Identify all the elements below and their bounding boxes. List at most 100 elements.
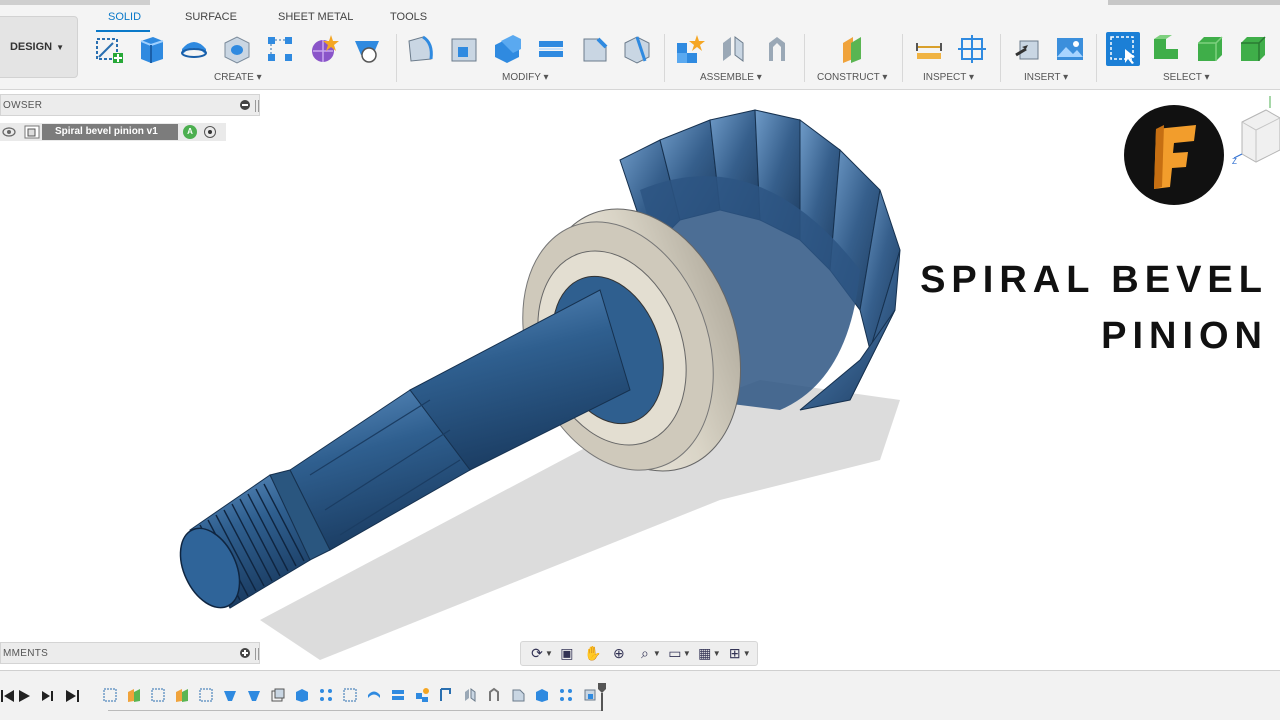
group-label-create[interactable]: CREATE ▾ [214,72,262,83]
insert-derive-icon[interactable] [1011,32,1045,66]
skip-start-icon[interactable] [0,688,16,704]
chevron-down-icon[interactable]: ▼ [743,649,751,658]
split-body-icon[interactable] [620,32,654,66]
fusion-app-window: DESIGN ▼ SOLID SURFACE SHEET METAL TOOLS [0,0,1280,720]
visibility-eye-icon[interactable] [2,127,16,137]
timeline-revolve-icon[interactable] [366,687,382,703]
group-label-assemble[interactable]: ASSEMBLE ▾ [700,72,762,83]
pinion-3d-model[interactable] [160,100,920,660]
hole-icon[interactable] [220,32,254,66]
z-axis-label: Z [1232,157,1237,166]
group-divider [804,34,805,82]
timeline-loft-icon[interactable] [222,687,238,703]
play-icon[interactable] [16,688,32,704]
offset-plane-icon[interactable] [836,32,870,66]
component-name-label[interactable]: Spiral bevel pinion v1 [42,124,178,140]
measure-icon[interactable] [912,32,946,66]
timeline-fillet-icon[interactable] [582,687,598,703]
group-label-select[interactable]: SELECT ▾ [1163,72,1210,83]
fillet-icon[interactable] [447,32,481,66]
combine-icon[interactable] [534,32,568,66]
group-divider [664,34,665,82]
create-form-icon[interactable] [306,32,340,66]
chevron-down-icon[interactable]: ▼ [683,649,691,658]
view-cube[interactable]: Z [1232,96,1280,176]
select-face-icon[interactable] [1236,32,1270,66]
group-divider [1000,34,1001,82]
chevron-down-icon[interactable]: ▼ [713,649,721,658]
group-label-insert[interactable]: INSERT ▾ [1024,72,1068,83]
timeline-combine-icon[interactable] [390,687,406,703]
timeline-pattern-icon[interactable] [318,687,334,703]
section-analysis-icon[interactable] [955,32,989,66]
title-strip-left [0,0,150,5]
timeline-marker-handle[interactable] [598,683,606,711]
select-body-icon[interactable] [1193,32,1227,66]
skip-end-icon[interactable] [64,688,80,704]
select-icon[interactable] [1106,32,1140,66]
new-component-icon[interactable] [672,32,706,66]
timeline-chamfer-icon[interactable] [510,687,526,703]
timeline-plane-icon[interactable] [126,687,142,703]
select-priority-icon[interactable] [1149,32,1183,66]
timeline-plane-icon[interactable] [174,687,190,703]
pan-icon[interactable]: ✋ [581,644,605,664]
add-comment-icon[interactable] [240,648,250,658]
group-label-inspect[interactable]: INSPECT ▾ [923,72,974,83]
pattern-icon[interactable] [263,32,297,66]
chamfer-icon[interactable] [577,32,611,66]
timeline-joint-icon[interactable] [462,687,478,703]
create-label: CREATE [214,72,254,83]
create-more-icon[interactable] [350,32,384,66]
inspect-label: INSPECT [923,72,967,83]
press-pull-icon[interactable] [404,32,438,66]
step-forward-icon[interactable] [40,688,56,704]
joint-icon[interactable] [716,32,750,66]
timeline-component-icon[interactable] [414,687,430,703]
timeline-shell-icon[interactable] [270,687,286,703]
group-divider [1096,34,1097,82]
revolve-icon[interactable] [177,32,211,66]
timeline-joint-icon[interactable] [486,687,502,703]
construct-label: CONSTRUCT [817,72,880,83]
title-line-2: PINION [1101,315,1268,357]
timeline-extrude-icon[interactable] [294,687,310,703]
comments-panel-header[interactable]: MMENTS [0,642,260,664]
group-label-construct[interactable]: CONSTRUCT ▾ [817,72,887,83]
comments-title: MMENTS [3,648,49,659]
as-built-joint-icon[interactable] [760,32,794,66]
timeline-thread-icon[interactable] [438,687,454,703]
tab-tools[interactable]: TOOLS [390,11,427,23]
timeline-sketch-icon[interactable] [102,687,118,703]
extrude-icon[interactable] [134,32,168,66]
timeline-sketch-icon[interactable] [342,687,358,703]
timeline-track[interactable] [108,710,603,711]
timeline-sketch-icon[interactable] [150,687,166,703]
select-label: SELECT [1163,72,1202,83]
chevron-down-icon[interactable]: ▼ [653,649,661,658]
video-title-overlay: SPIRAL BEVEL PINION [920,252,1268,364]
browser-title: OWSER [3,100,43,111]
timeline-sketch-icon[interactable] [198,687,214,703]
tab-surface[interactable]: SURFACE [185,11,237,23]
fusion-360-logo [1124,105,1224,205]
timeline-pattern-icon[interactable] [558,687,574,703]
title-line-1: SPIRAL BEVEL [920,259,1268,301]
group-label-modify[interactable]: MODIFY ▾ [502,72,549,83]
navigation-bar: ⟳ ▼ ▣ ✋ ⊕ ⌕ ▼ ▭ ▼ ▦ ▼ ⊞ ▼ [520,641,758,666]
timeline-extrude-icon[interactable] [534,687,550,703]
panel-grip-icon[interactable] [255,648,259,660]
create-sketch-icon[interactable] [92,32,126,66]
look-at-icon[interactable]: ▣ [555,644,579,664]
tab-sheet-metal[interactable]: SHEET METAL [278,11,353,23]
tab-solid[interactable]: SOLID [108,11,141,23]
component-icon [24,125,40,139]
insert-canvas-icon[interactable] [1053,32,1087,66]
timeline-loft-icon[interactable] [246,687,262,703]
zoom-icon[interactable]: ⊕ [607,644,631,664]
shell-icon[interactable] [490,32,524,66]
title-strip-right [1108,0,1280,5]
assemble-label: ASSEMBLE [700,72,754,83]
workspace-switcher-button[interactable]: DESIGN ▼ [0,16,78,78]
chevron-down-icon[interactable]: ▼ [545,649,553,658]
